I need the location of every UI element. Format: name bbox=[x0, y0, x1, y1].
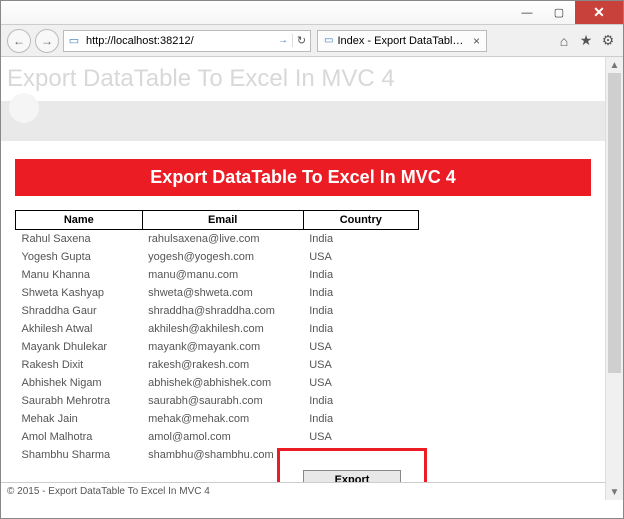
refresh-icon[interactable]: ↻ bbox=[292, 34, 310, 47]
col-email: Email bbox=[142, 211, 303, 230]
cell-name: Yogesh Gupta bbox=[16, 248, 143, 266]
cell-country: India bbox=[303, 230, 418, 249]
cell-email: yogesh@yogesh.com bbox=[142, 248, 303, 266]
page-footer: © 2015 - Export DataTable To Excel In MV… bbox=[1, 482, 605, 500]
horizontal-scrollbar-area bbox=[1, 500, 623, 518]
table-row: Manu Khannamanu@manu.comIndia bbox=[16, 266, 592, 284]
table-row: Shweta Kashyapshweta@shweta.comIndia bbox=[16, 284, 592, 302]
data-table: Name Email Country Rahul Saxenarahulsaxe… bbox=[15, 210, 591, 464]
cell-email: akhilesh@akhilesh.com bbox=[142, 320, 303, 338]
go-icon[interactable]: → bbox=[274, 35, 292, 46]
table-row: Abhishek Nigamabhishek@abhishek.comUSA bbox=[16, 374, 592, 392]
col-name: Name bbox=[16, 211, 143, 230]
cell-name: Shweta Kashyap bbox=[16, 284, 143, 302]
cell-name: Manu Khanna bbox=[16, 266, 143, 284]
maximize-button[interactable]: ▢ bbox=[543, 1, 575, 24]
cell-name: Shambhu Sharma bbox=[16, 446, 143, 464]
address-bar[interactable]: ▭ → ↻ bbox=[63, 30, 311, 52]
vertical-scrollbar[interactable]: ▲ ▼ bbox=[605, 57, 623, 500]
header-band bbox=[1, 101, 605, 141]
cell-email: shraddha@shraddha.com bbox=[142, 302, 303, 320]
minimize-button[interactable]: — bbox=[511, 1, 543, 24]
browser-tab[interactable]: ▭ Index - Export DataTable To... × bbox=[317, 30, 487, 52]
favorites-icon[interactable]: ★ bbox=[577, 32, 595, 49]
cell-name: Mayank Dhulekar bbox=[16, 338, 143, 356]
cell-country: India bbox=[303, 320, 418, 338]
tab-close-icon[interactable]: × bbox=[473, 34, 480, 48]
cell-country: USA bbox=[303, 374, 418, 392]
table-row: Rakesh Dixitrakesh@rakesh.comUSA bbox=[16, 356, 592, 374]
cell-name: Rakesh Dixit bbox=[16, 356, 143, 374]
hero-title: Export DataTable To Excel In MVC 4 bbox=[1, 57, 605, 97]
cell-email: amol@amol.com bbox=[142, 428, 303, 446]
cell-country: USA bbox=[303, 428, 418, 446]
cell-country: USA bbox=[303, 248, 418, 266]
cell-email: rahulsaxena@live.com bbox=[142, 230, 303, 249]
cell-email: saurabh@saurabh.com bbox=[142, 392, 303, 410]
tab-favicon-icon: ▭ bbox=[324, 35, 333, 46]
scroll-thumb[interactable] bbox=[608, 73, 621, 373]
col-country: Country bbox=[303, 211, 418, 230]
table-row: Rahul Saxenarahulsaxena@live.comIndia bbox=[16, 230, 592, 249]
page-banner: Export DataTable To Excel In MVC 4 bbox=[15, 159, 591, 196]
cell-email: shweta@shweta.com bbox=[142, 284, 303, 302]
table-header-row: Name Email Country bbox=[16, 211, 592, 230]
close-button[interactable]: ✕ bbox=[575, 1, 623, 24]
cell-name: Akhilesh Atwal bbox=[16, 320, 143, 338]
cell-country: India bbox=[303, 392, 418, 410]
settings-icon[interactable]: ⚙ bbox=[599, 32, 617, 49]
cell-country: India bbox=[303, 410, 418, 428]
home-icon[interactable]: ⌂ bbox=[555, 33, 573, 49]
cell-name: Saurabh Mehrotra bbox=[16, 392, 143, 410]
scroll-down-icon[interactable]: ▼ bbox=[606, 484, 623, 500]
table-row: Saurabh Mehrotrasaurabh@saurabh.comIndia bbox=[16, 392, 592, 410]
cell-name: Shraddha Gaur bbox=[16, 302, 143, 320]
table-row: Mayank Dhulekarmayank@mayank.comUSA bbox=[16, 338, 592, 356]
window-titlebar: — ▢ ✕ bbox=[1, 1, 623, 25]
back-button[interactable]: ← bbox=[7, 29, 31, 53]
table-row: Yogesh Guptayogesh@yogesh.comUSA bbox=[16, 248, 592, 266]
forward-button[interactable]: → bbox=[35, 29, 59, 53]
cell-country: USA bbox=[303, 338, 418, 356]
cell-country: India bbox=[303, 284, 418, 302]
cell-country: India bbox=[303, 266, 418, 284]
table-row: Amol Malhotraamol@amol.comUSA bbox=[16, 428, 592, 446]
cell-email: rakesh@rakesh.com bbox=[142, 356, 303, 374]
cell-name: Mehak Jain bbox=[16, 410, 143, 428]
cell-name: Abhishek Nigam bbox=[16, 374, 143, 392]
cell-email: mehak@mehak.com bbox=[142, 410, 303, 428]
logo-circle bbox=[9, 93, 39, 123]
cell-email: abhishek@abhishek.com bbox=[142, 374, 303, 392]
table-row: Shraddha Gaurshraddha@shraddha.comIndia bbox=[16, 302, 592, 320]
cell-email: manu@manu.com bbox=[142, 266, 303, 284]
cell-country: USA bbox=[303, 356, 418, 374]
url-input[interactable] bbox=[84, 31, 274, 51]
table-row: Akhilesh Atwalakhilesh@akhilesh.comIndia bbox=[16, 320, 592, 338]
table-row: Mehak Jainmehak@mehak.comIndia bbox=[16, 410, 592, 428]
browser-toolbar: ← → ▭ → ↻ ▭ Index - Export DataTable To.… bbox=[1, 25, 623, 57]
tab-title: Index - Export DataTable To... bbox=[337, 35, 467, 47]
scroll-up-icon[interactable]: ▲ bbox=[606, 57, 623, 73]
page-viewport: Export DataTable To Excel In MVC 4 Expor… bbox=[1, 57, 605, 500]
cell-name: Rahul Saxena bbox=[16, 230, 143, 249]
cell-email: mayank@mayank.com bbox=[142, 338, 303, 356]
cell-country: India bbox=[303, 302, 418, 320]
cell-name: Amol Malhotra bbox=[16, 428, 143, 446]
page-icon: ▭ bbox=[64, 34, 84, 47]
